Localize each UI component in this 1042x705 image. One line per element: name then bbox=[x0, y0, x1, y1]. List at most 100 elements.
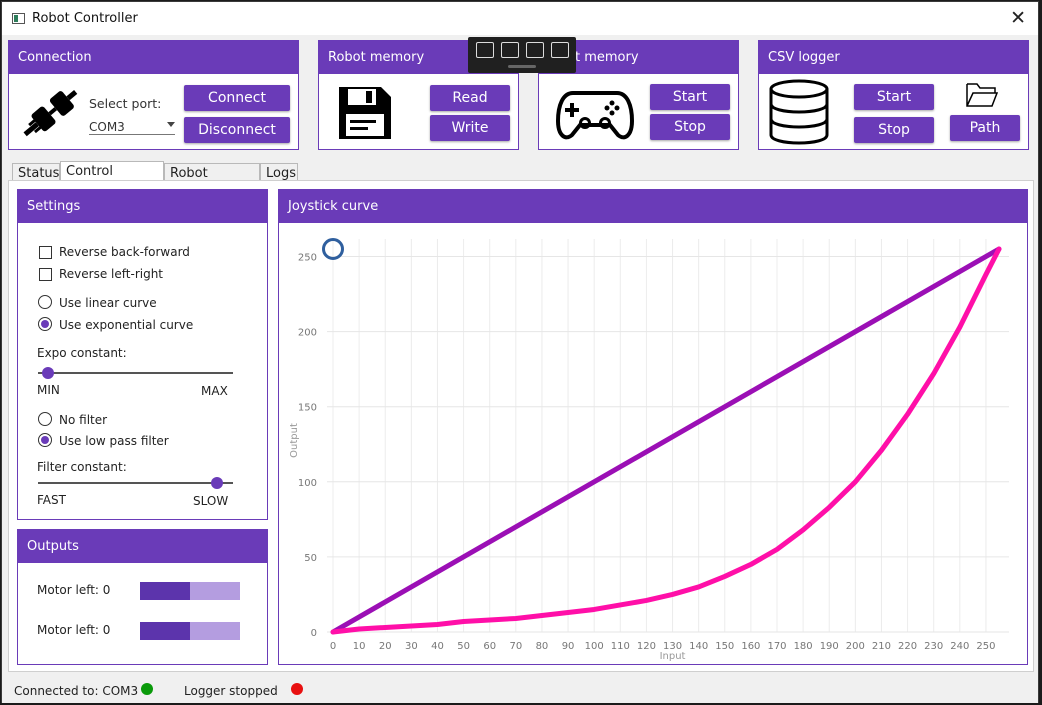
plug-icon bbox=[23, 89, 78, 137]
y-axis-label: Output bbox=[289, 423, 300, 458]
expo-min-label: MIN bbox=[37, 383, 60, 397]
y-tick-label: 250 bbox=[298, 253, 317, 264]
snipping-toolbar bbox=[468, 37, 576, 73]
low-pass-filter-label: Use low pass filter bbox=[59, 434, 169, 448]
y-tick-label: 200 bbox=[298, 328, 317, 339]
port-value: COM3 bbox=[89, 120, 125, 134]
x-tick-label: 150 bbox=[715, 641, 734, 652]
tab-content: Settings Reverse back-forward Reverse le… bbox=[8, 180, 1034, 672]
x-tick-label: 200 bbox=[846, 641, 865, 652]
logger-status-text: Logger stopped bbox=[184, 684, 278, 698]
x-tick-label: 140 bbox=[689, 641, 708, 652]
filter-slow-label: SLOW bbox=[193, 494, 229, 508]
connection-title: Connection bbox=[9, 41, 298, 74]
x-tick-label: 220 bbox=[898, 641, 917, 652]
x-tick-label: 230 bbox=[924, 641, 943, 652]
reverse-left-right-label: Reverse left-right bbox=[59, 267, 164, 281]
x-tick-label: 120 bbox=[637, 641, 656, 652]
x-tick-label: 80 bbox=[536, 641, 549, 652]
logger-path-button[interactable]: Path bbox=[950, 115, 1020, 141]
x-tick-label: 10 bbox=[353, 641, 366, 652]
region-icon[interactable] bbox=[526, 42, 544, 58]
logger-stop-button[interactable]: Stop bbox=[854, 117, 934, 143]
csv-logger-panel: CSV logger Start Stop Path bbox=[758, 40, 1029, 150]
no-filter-radio[interactable] bbox=[38, 412, 52, 426]
linear-curve-radio[interactable] bbox=[38, 295, 52, 309]
x-tick-label: 160 bbox=[741, 641, 760, 652]
no-filter-label: No filter bbox=[59, 413, 108, 427]
chevron-down-icon bbox=[167, 122, 175, 127]
reverse-back-forward-checkbox[interactable] bbox=[39, 246, 52, 259]
settings-title: Settings bbox=[18, 190, 267, 223]
filter-slider-knob[interactable] bbox=[211, 477, 224, 489]
status-bar: Connected to: COM3 Logger stopped bbox=[2, 677, 1038, 703]
x-tick-label: 60 bbox=[483, 641, 496, 652]
x-tick-label: 170 bbox=[767, 641, 786, 652]
x-tick-label: 240 bbox=[950, 641, 969, 652]
connection-panel: Connection Select port: COM3 Connect Dis… bbox=[8, 40, 299, 150]
logger-status-dot bbox=[291, 683, 303, 695]
disconnect-button[interactable]: Disconnect bbox=[184, 117, 290, 143]
expo-slider-track[interactable] bbox=[38, 372, 233, 374]
filter-constant-label: Filter constant: bbox=[37, 460, 127, 474]
linear-curve-label: Use linear curve bbox=[59, 296, 157, 310]
x-tick-label: 180 bbox=[794, 641, 813, 652]
x-tick-label: 40 bbox=[431, 641, 444, 652]
connection-status-dot bbox=[141, 683, 153, 695]
y-tick-label: 150 bbox=[298, 403, 317, 414]
floppy-disk-icon bbox=[339, 87, 391, 139]
fullscreen-icon[interactable] bbox=[551, 42, 569, 58]
port-select[interactable]: COM3 bbox=[89, 119, 175, 135]
logger-start-button[interactable]: Start bbox=[854, 84, 934, 110]
filter-slider-track[interactable] bbox=[38, 482, 233, 484]
motor-output-fill bbox=[140, 622, 190, 640]
exponential-curve-radio[interactable] bbox=[38, 317, 52, 331]
folder-icon[interactable] bbox=[965, 81, 999, 109]
exponential-curve-label: Use exponential curve bbox=[59, 318, 194, 332]
y-tick-label: 100 bbox=[298, 478, 317, 489]
x-tick-label: 90 bbox=[562, 641, 575, 652]
y-tick-label: 0 bbox=[311, 628, 317, 639]
x-tick-label: 20 bbox=[379, 641, 392, 652]
x-tick-label: 210 bbox=[872, 641, 891, 652]
x-tick-label: 30 bbox=[405, 641, 418, 652]
connect-button[interactable]: Connect bbox=[184, 85, 290, 111]
gamepad-start-button[interactable]: Start bbox=[650, 84, 730, 110]
app-icon bbox=[12, 13, 25, 24]
toolbar-grip[interactable] bbox=[508, 65, 536, 68]
gamepad-stop-button[interactable]: Stop bbox=[650, 114, 730, 140]
window-mode-icon[interactable] bbox=[476, 42, 494, 58]
expo-constant-label: Expo constant: bbox=[37, 346, 127, 360]
motor-output-fill bbox=[140, 582, 190, 600]
outputs-panel: Outputs Motor left: 0 Motor left: 0 bbox=[17, 529, 268, 665]
outputs-title: Outputs bbox=[18, 530, 267, 563]
connection-status-text: Connected to: COM3 bbox=[14, 684, 139, 698]
motor-output-bar bbox=[140, 622, 240, 640]
expo-slider-knob[interactable] bbox=[41, 367, 54, 379]
write-button[interactable]: Write bbox=[430, 115, 510, 141]
x-tick-label: 50 bbox=[457, 641, 470, 652]
read-button[interactable]: Read bbox=[430, 85, 510, 111]
x-tick-label: 250 bbox=[976, 641, 995, 652]
series-line bbox=[330, 246, 1002, 635]
database-icon bbox=[769, 79, 829, 145]
x-tick-label: 110 bbox=[611, 641, 630, 652]
joystick-curve-title: Joystick curve bbox=[279, 190, 1027, 223]
title-bar: Robot Controller ✕ bbox=[2, 2, 1038, 35]
reverse-back-forward-label: Reverse back-forward bbox=[59, 245, 190, 259]
x-tick-label: 100 bbox=[585, 641, 604, 652]
settings-panel: Settings Reverse back-forward Reverse le… bbox=[17, 189, 268, 520]
reverse-left-right-checkbox[interactable] bbox=[39, 268, 52, 281]
expo-max-label: MAX bbox=[201, 384, 228, 398]
motor-left-label: Motor left: 0 bbox=[37, 623, 111, 637]
motor-left-label: Motor left: 0 bbox=[37, 583, 111, 597]
window-title: Robot Controller bbox=[32, 11, 138, 26]
low-pass-filter-radio[interactable] bbox=[38, 433, 52, 447]
x-axis-label: Input bbox=[660, 651, 686, 662]
x-tick-label: 190 bbox=[820, 641, 839, 652]
pointer-icon[interactable] bbox=[501, 42, 519, 58]
x-tick-label: 70 bbox=[509, 641, 522, 652]
select-port-label: Select port: bbox=[89, 96, 162, 111]
csv-logger-title: CSV logger bbox=[759, 41, 1028, 74]
close-icon[interactable]: ✕ bbox=[1010, 7, 1026, 29]
